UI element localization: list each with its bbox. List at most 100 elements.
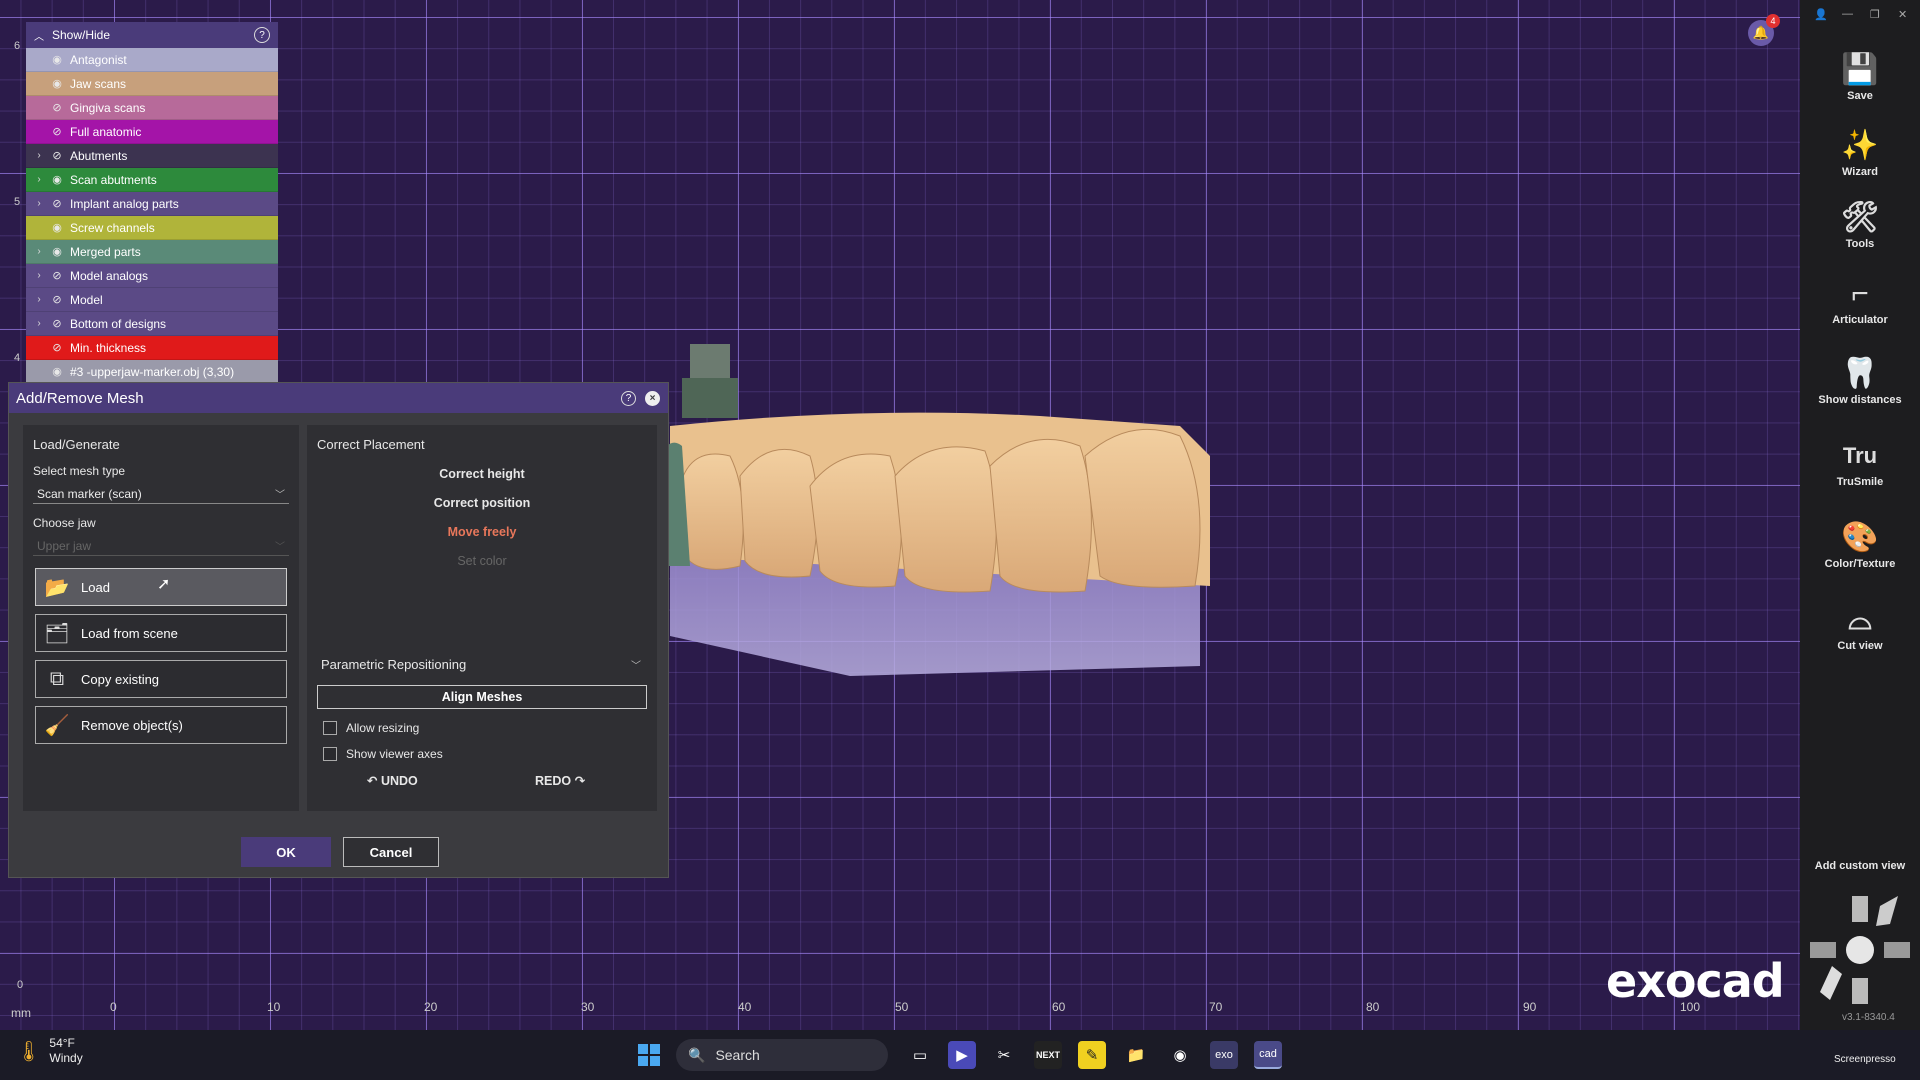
screenpresso-watermark: Screenpresso — [1834, 1054, 1896, 1065]
show-hide-header[interactable]: ︿ Show/Hide ? — [26, 22, 278, 48]
toolbar-articulator-button[interactable]: ⌐ Articulator — [1800, 274, 1920, 326]
dental-model-3d[interactable] — [660, 336, 1220, 686]
exocad-app-icon[interactable]: exo — [1210, 1041, 1238, 1069]
eye-icon[interactable]: ◉ — [48, 245, 66, 258]
show-hide-item[interactable]: ⊘ Min. thickness — [26, 336, 278, 360]
show-hide-item[interactable]: › ⊘ Bottom of designs — [26, 312, 278, 336]
view-orientation-widget[interactable] — [1810, 896, 1910, 1006]
load-from-scene-button[interactable]: 🗂 Load from scene — [35, 614, 287, 652]
eye-off-icon[interactable]: ⊘ — [48, 101, 66, 114]
cancel-button[interactable]: Cancel — [343, 837, 439, 867]
eye-off-icon[interactable]: ⊘ — [48, 197, 66, 210]
dialog-title-bar[interactable]: Add/Remove Mesh ? × — [9, 383, 668, 413]
close-window-icon[interactable]: ✕ — [1898, 8, 1907, 21]
help-icon[interactable]: ? — [621, 390, 636, 406]
eye-icon[interactable]: ◉ — [48, 365, 66, 378]
meet-camera-icon[interactable]: ▶ — [948, 1041, 976, 1069]
show-hide-panel: ︿ Show/Hide ? ◉ Antagonist ◉ Jaw scans ⊘ Ging… — [26, 22, 278, 384]
toolbar-show-distances-button[interactable]: 🦷 Show distances — [1800, 354, 1920, 406]
eye-off-icon[interactable]: ⊘ — [48, 341, 66, 354]
show-hide-list: ◉ Antagonist ◉ Jaw scans ⊘ Gingiva scans ⊘ Full… — [26, 48, 278, 384]
taskbar-search[interactable]: 🔍 Search — [676, 1039, 888, 1071]
show-hide-item-label: Gingiva scans — [70, 100, 146, 115]
toolbar-wizard-button[interactable]: ✨ Wizard — [1800, 126, 1920, 178]
redo-button[interactable]: REDO ↷ — [535, 773, 585, 788]
toolbar-color-texture-button[interactable]: 🎨 Color/Texture — [1800, 518, 1920, 570]
close-icon[interactable]: × — [645, 390, 660, 406]
toolbar-save-button[interactable]: 💾 Save — [1800, 50, 1920, 102]
eye-icon[interactable]: ◉ — [48, 173, 66, 186]
show-hide-item[interactable]: ⊘ Full anatomic — [26, 120, 278, 144]
weather-widget[interactable]: 🌡 54°F Windy — [16, 1036, 83, 1066]
show-hide-item[interactable]: › ◉ Scan abutments — [26, 168, 278, 192]
chevron-right-icon[interactable]: › — [30, 270, 48, 281]
show-viewer-axes-row[interactable]: Show viewer axes — [323, 745, 443, 763]
chevron-up-icon[interactable]: ︿ — [34, 28, 48, 43]
chevron-right-icon[interactable]: › — [30, 246, 48, 257]
snipping-tool-icon[interactable]: ✂ — [990, 1041, 1018, 1069]
toolbar-trusmile-button[interactable]: Tru TruSmile — [1800, 436, 1920, 488]
chevron-right-icon[interactable]: › — [30, 150, 48, 161]
correct-position-button[interactable]: Correct position — [307, 489, 657, 518]
choose-jaw-label: Choose jaw — [33, 516, 96, 530]
move-freely-button[interactable]: Move freely — [307, 518, 657, 547]
eye-icon[interactable]: ◉ — [48, 53, 66, 66]
show-hide-item-label: Min. thickness — [70, 340, 147, 355]
eye-off-icon[interactable]: ⊘ — [48, 149, 66, 162]
show-hide-item[interactable]: › ⊘ Abutments — [26, 144, 278, 168]
eye-off-icon[interactable]: ⊘ — [48, 269, 66, 282]
ruler-x-tick: 50 — [895, 1000, 909, 1014]
help-icon[interactable]: ? — [254, 27, 270, 43]
minimize-icon[interactable]: — — [1842, 8, 1853, 20]
eye-icon[interactable]: ◉ — [48, 77, 66, 90]
correct-height-button[interactable]: Correct height — [307, 460, 657, 489]
notification-bell-button[interactable]: 🔔 4 — [1748, 14, 1780, 46]
eye-off-icon[interactable]: ⊘ — [48, 293, 66, 306]
align-meshes-button[interactable]: Align Meshes — [317, 685, 647, 709]
chevron-right-icon[interactable]: › — [30, 294, 48, 305]
show-hide-title: Show/Hide — [52, 28, 111, 42]
task-view-icon[interactable]: ▭ — [906, 1041, 934, 1069]
show-hide-item-label: Merged parts — [70, 244, 141, 259]
show-hide-item[interactable]: ◉ Antagonist — [26, 48, 278, 72]
toolbar-item-label: Show distances — [1818, 394, 1902, 406]
show-hide-item[interactable]: ◉ Screw channels — [26, 216, 278, 240]
allow-resizing-row[interactable]: Allow resizing — [323, 719, 419, 737]
show-hide-item[interactable]: › ⊘ Implant analog parts — [26, 192, 278, 216]
show-hide-item[interactable]: › ⊘ Model analogs — [26, 264, 278, 288]
undo-button[interactable]: ↶ UNDO — [367, 773, 418, 788]
chevron-right-icon[interactable]: › — [30, 198, 48, 209]
show-hide-item[interactable]: ◉ #3 -upperjaw-marker.obj (3,30) — [26, 360, 278, 384]
parametric-repositioning-toggle[interactable]: Parametric Repositioning ﹀ — [321, 653, 641, 675]
restore-icon[interactable]: ❐ — [1870, 8, 1880, 21]
toolbar-cut-view-button[interactable]: ⌓ Cut view — [1800, 600, 1920, 652]
toolbar-item-label: Color/Texture — [1824, 558, 1896, 570]
show-hide-item[interactable]: ⊘ Gingiva scans — [26, 96, 278, 120]
chrome-icon[interactable]: ◉ — [1166, 1041, 1194, 1069]
tools-icon: 🛠 — [1840, 201, 1880, 234]
show-hide-item[interactable]: › ◉ Merged parts — [26, 240, 278, 264]
remove-objects-button[interactable]: 🧹 Remove object(s) — [35, 706, 287, 744]
show-viewer-axes-checkbox[interactable] — [323, 747, 337, 761]
chevron-right-icon[interactable]: › — [30, 174, 48, 185]
eye-off-icon[interactable]: ⊘ — [48, 125, 66, 138]
toolbar-tools-button[interactable]: 🛠 Tools — [1800, 198, 1920, 250]
file-explorer-icon[interactable]: 📁 — [1122, 1041, 1150, 1069]
show-hide-item[interactable]: › ⊘ Model — [26, 288, 278, 312]
eye-icon[interactable]: ◉ — [48, 221, 66, 234]
eye-off-icon[interactable]: ⊘ — [48, 317, 66, 330]
cad-app-icon[interactable]: cad — [1254, 1041, 1282, 1069]
articulator-icon: ⌐ — [1851, 277, 1869, 310]
load-generate-panel: Load/Generate Select mesh type Scan mark… — [23, 425, 299, 811]
add-custom-view-button[interactable]: Add custom view — [1800, 860, 1920, 872]
show-hide-item[interactable]: ◉ Jaw scans — [26, 72, 278, 96]
next-app-icon[interactable]: NEXT — [1034, 1041, 1062, 1069]
allow-resizing-checkbox[interactable] — [323, 721, 337, 735]
user-icon[interactable]: 👤 — [1814, 8, 1828, 21]
chevron-right-icon[interactable]: › — [30, 318, 48, 329]
mesh-type-select[interactable]: Scan marker (scan) ﹀ — [33, 484, 289, 504]
ok-button[interactable]: OK — [241, 837, 331, 867]
copy-existing-button[interactable]: ⧉ Copy existing — [35, 660, 287, 698]
windows-start-button[interactable] — [638, 1044, 660, 1066]
sticky-notes-icon[interactable]: ✎ — [1078, 1041, 1106, 1069]
